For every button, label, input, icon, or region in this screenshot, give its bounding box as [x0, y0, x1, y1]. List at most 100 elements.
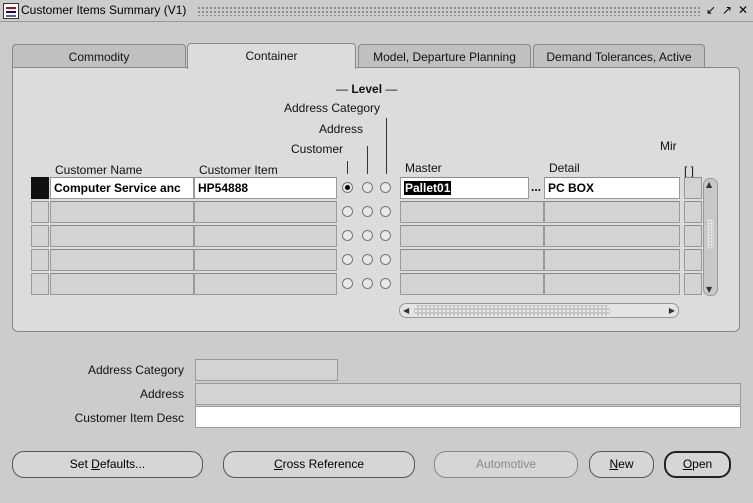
level-address-category-radio[interactable] — [380, 230, 391, 241]
tab-commodity[interactable]: Commodity — [12, 44, 186, 68]
level-address-label: Address — [319, 122, 364, 136]
level-customer-label: Customer — [291, 142, 344, 156]
customer-name-field[interactable] — [50, 201, 194, 223]
title-bar: Customer Items Summary (V1) ↙ ↗ ✕ — [0, 0, 753, 22]
set-defaults-button[interactable]: Set Defaults... — [12, 451, 203, 478]
scroll-right-icon[interactable]: ▶ — [669, 304, 675, 317]
button-label: ew — [618, 457, 634, 471]
customer-item-desc-field[interactable] — [195, 406, 741, 428]
minimize-icon[interactable]: ↙ — [704, 3, 718, 18]
customer-item-field[interactable] — [194, 201, 337, 223]
min-field[interactable] — [684, 249, 702, 271]
level-address-category-radio[interactable] — [380, 278, 391, 289]
level-address-radio[interactable] — [362, 230, 373, 241]
master-field[interactable] — [400, 249, 544, 271]
tab-label: Demand Tolerances, Active — [546, 50, 692, 64]
level-customer-radio[interactable] — [342, 182, 353, 193]
column-min: Mir — [660, 139, 677, 153]
min-field[interactable] — [684, 225, 702, 247]
app-icon — [3, 3, 19, 19]
button-label-mnemonic: O — [682, 457, 693, 471]
master-value: Pallet01 — [404, 181, 452, 195]
level-divider — [367, 146, 368, 174]
button-label: pen — [692, 457, 713, 471]
tab-label: Container — [245, 49, 298, 63]
customer-name-field[interactable] — [50, 225, 194, 247]
column-customer-name: Customer Name — [55, 163, 143, 177]
title-bar-grip[interactable] — [197, 6, 701, 16]
level-customer-radio[interactable] — [342, 278, 353, 289]
customer-name-field[interactable]: Computer Service anc — [50, 177, 194, 199]
button-label-mnemonic: D — [91, 457, 100, 471]
detail-field[interactable] — [544, 273, 680, 295]
detail-field[interactable]: PC BOX — [544, 177, 680, 199]
level-address-category-radio[interactable] — [380, 254, 391, 265]
vertical-scrollbar[interactable]: ▲ ▼ — [703, 178, 718, 296]
level-title: — Level — — [336, 82, 398, 96]
row-selector[interactable] — [31, 225, 49, 247]
automotive-button[interactable]: Automotive — [434, 451, 578, 478]
scroll-grip[interactable] — [707, 219, 714, 249]
detail-field[interactable] — [544, 225, 680, 247]
close-icon[interactable]: ✕ — [736, 3, 750, 18]
address-category-field[interactable] — [195, 359, 338, 381]
master-field[interactable]: Pallet01 — [400, 177, 529, 199]
tab-model-departure-planning[interactable]: Model, Departure Planning — [358, 44, 531, 68]
window-title: Customer Items Summary (V1) — [21, 3, 187, 17]
level-address-category-radio[interactable] — [380, 206, 391, 217]
row-selector[interactable] — [31, 177, 49, 199]
master-field[interactable] — [400, 225, 544, 247]
address-field[interactable] — [195, 383, 741, 405]
min-field[interactable] — [684, 177, 702, 199]
customer-item-field[interactable] — [194, 225, 337, 247]
scroll-down-icon[interactable]: ▼ — [706, 285, 712, 294]
detail-field[interactable] — [544, 249, 680, 271]
level-address-radio[interactable] — [362, 254, 373, 265]
level-address-radio[interactable] — [362, 182, 373, 193]
list-of-values-button[interactable]: ... — [529, 177, 543, 199]
level-address-category-label: Address Category — [284, 101, 381, 115]
level-customer-radio[interactable] — [342, 206, 353, 217]
row-selector[interactable] — [31, 273, 49, 295]
customer-item-field[interactable] — [194, 249, 337, 271]
row-selector[interactable] — [31, 201, 49, 223]
button-label: ross Reference — [282, 457, 365, 471]
customer-item-desc-label: Customer Item Desc — [74, 411, 184, 425]
level-divider — [347, 161, 348, 174]
column-customer-item: Customer Item — [199, 163, 278, 177]
address-category-label: Address Category — [87, 363, 184, 377]
level-customer-radio[interactable] — [342, 230, 353, 241]
column-master: Master — [405, 161, 442, 175]
button-label: efaults... — [99, 457, 146, 471]
button-label: Set — [69, 457, 92, 471]
button-label-mnemonic: C — [273, 457, 283, 471]
new-button[interactable]: New — [589, 451, 654, 478]
scroll-up-icon[interactable]: ▲ — [706, 180, 712, 189]
open-button[interactable]: Open — [664, 451, 731, 478]
row-selector[interactable] — [31, 249, 49, 271]
customer-name-field[interactable] — [50, 273, 194, 295]
maximize-icon[interactable]: ↗ — [720, 3, 734, 18]
min-field[interactable] — [684, 273, 702, 295]
tab-container[interactable]: Container — [187, 43, 356, 69]
min-field[interactable] — [684, 201, 702, 223]
level-address-radio[interactable] — [362, 206, 373, 217]
level-title-text: Level — [351, 82, 383, 96]
scroll-thumb[interactable] — [414, 305, 610, 316]
tab-demand-tolerances[interactable]: Demand Tolerances, Active — [533, 44, 705, 68]
level-address-radio[interactable] — [362, 278, 373, 289]
horizontal-scrollbar[interactable]: ◀ ▶ — [399, 303, 679, 318]
level-customer-radio[interactable] — [342, 254, 353, 265]
customer-item-field[interactable]: HP54888 — [194, 177, 337, 199]
master-field[interactable] — [400, 201, 544, 223]
tab-label: Model, Departure Planning — [373, 50, 516, 64]
customer-name-field[interactable] — [50, 249, 194, 271]
cross-reference-button[interactable]: Cross Reference — [223, 451, 415, 478]
level-divider — [386, 118, 387, 174]
master-field[interactable] — [400, 273, 544, 295]
tab-label: Commodity — [68, 50, 130, 64]
level-address-category-radio[interactable] — [380, 182, 391, 193]
scroll-left-icon[interactable]: ◀ — [403, 304, 409, 317]
customer-item-field[interactable] — [194, 273, 337, 295]
detail-field[interactable] — [544, 201, 680, 223]
